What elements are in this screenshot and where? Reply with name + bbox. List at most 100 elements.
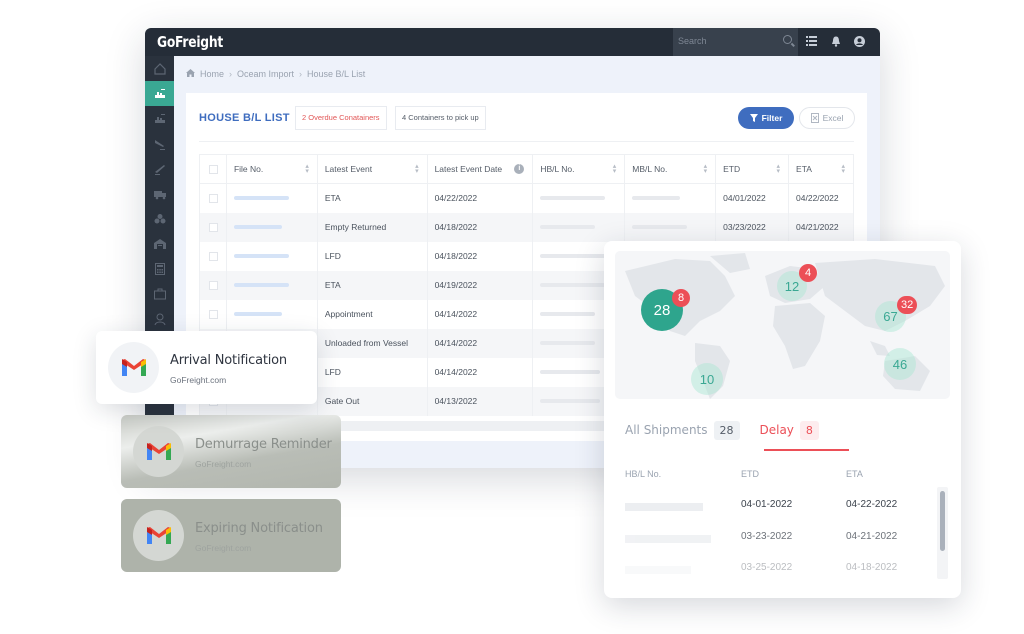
notification-expiring[interactable]: Expiring Notification GoFreight.com: [121, 499, 341, 572]
stage: GoFreight Search Home › Oceam Import › H…: [0, 0, 1024, 634]
hbl-placeholder: [540, 341, 596, 345]
file-no-link[interactable]: [233, 225, 282, 229]
hbl-placeholder: [540, 254, 611, 258]
latest-event: Unloaded from Vessel: [324, 338, 408, 348]
col-eta[interactable]: ETA ▴ ▾: [788, 154, 854, 184]
hbl-placeholder: [540, 196, 606, 201]
hbl-no-cell: [532, 212, 626, 242]
etd-cell: 03/23/2022: [715, 212, 790, 242]
notification-arrival[interactable]: Arrival Notification GoFreight.com: [96, 331, 317, 404]
sidebar-item-inventory[interactable]: [145, 206, 174, 231]
bell-icon[interactable]: [830, 36, 842, 48]
notification-sender: GoFreight.com: [170, 375, 227, 385]
latest-event-cell: Unloaded from Vessel: [316, 328, 428, 358]
filter-button[interactable]: Filter: [738, 107, 794, 129]
sidebar-item-business[interactable]: [145, 281, 174, 306]
row-checkbox[interactable]: [209, 193, 218, 203]
latest-event-cell: LFD: [316, 241, 428, 271]
latest-event-date-cell: 04/14/2022: [426, 328, 534, 358]
latest-event: LFD: [324, 367, 341, 377]
file-no-link[interactable]: [233, 312, 282, 316]
col-hbl-no[interactable]: HB/L No. ▴ ▾: [532, 154, 626, 184]
sidebar-item-accounting[interactable]: [145, 256, 174, 281]
world-map[interactable]: 28 8 12 4 67 32 10 46: [615, 251, 950, 399]
file-no-link[interactable]: [233, 196, 289, 201]
tab-delay[interactable]: Delay 8: [760, 421, 819, 440]
sidebar-item-ocean-export[interactable]: [145, 106, 174, 131]
sidebar-item-air-import[interactable]: [145, 131, 174, 156]
hbl-no-cell: [532, 183, 626, 213]
sort-icon[interactable]: ▴ ▾: [305, 163, 309, 175]
latest-event-cell: Empty Returned: [316, 212, 428, 242]
row-checkbox[interactable]: [209, 309, 218, 319]
sort-icon[interactable]: ▴ ▾: [704, 163, 708, 175]
col-etd[interactable]: ETD ▴ ▾: [715, 154, 790, 184]
map-cluster-south-america[interactable]: 10: [691, 363, 723, 395]
breadcrumb-home[interactable]: Home: [200, 69, 224, 79]
select-all-checkbox[interactable]: [209, 164, 218, 174]
sidebar: [145, 56, 174, 468]
eta-value: 04-22-2022: [846, 499, 898, 510]
mbl-no-cell: [624, 212, 717, 242]
latest-event-cell: ETA: [316, 183, 428, 213]
row-checkbox[interactable]: [209, 222, 218, 232]
sidebar-item-warehouse[interactable]: [145, 231, 174, 256]
latest-event-date: 04/18/2022: [434, 251, 478, 261]
page-title: HOUSE B/L LIST: [199, 112, 290, 124]
breadcrumb: Home › Oceam Import › House B/L List: [186, 69, 365, 79]
containers-pickup-chip[interactable]: 4 Containers to pick up: [395, 106, 486, 130]
etd-value: 04/01/2022: [723, 193, 766, 204]
latest-event-cell: LFD: [316, 357, 428, 387]
table-row[interactable]: Empty Returned 04/18/2022 03/23/2022 04/21/…: [199, 212, 854, 242]
sidebar-item-home[interactable]: [145, 56, 174, 81]
sidebar-item-trucking[interactable]: [145, 181, 174, 206]
list-icon[interactable]: [805, 36, 817, 48]
sort-icon[interactable]: ▴ ▾: [415, 163, 419, 175]
file-no-link[interactable]: [233, 254, 289, 258]
shipment-row[interactable]: 04-01-2022 04-22-2022: [604, 492, 944, 524]
divider: [199, 141, 854, 142]
shipment-row[interactable]: 03-23-2022 04-21-2022: [604, 524, 944, 556]
latest-event: Empty Returned: [324, 222, 387, 232]
hbl-placeholder: [540, 283, 609, 287]
etd-value: 03-23-2022: [741, 531, 793, 542]
select-all-cell: [199, 154, 227, 184]
chevron-right-icon: ›: [229, 69, 233, 79]
row-checkbox[interactable]: [209, 251, 218, 261]
eta-value: 04/21/2022: [796, 222, 839, 232]
sort-icon[interactable]: ▴ ▾: [777, 163, 781, 175]
map-cluster-oceania[interactable]: 46: [884, 348, 916, 380]
shipment-row[interactable]: 03-25-2022 04-18-2022: [604, 555, 944, 587]
row-checkbox[interactable]: [209, 280, 218, 290]
sort-icon[interactable]: ▴ ▾: [841, 163, 845, 175]
file-no-link[interactable]: [233, 283, 289, 287]
sidebar-item-ocean-import[interactable]: [145, 81, 174, 106]
overdue-containers-chip[interactable]: 2 Overdue Conatainers: [295, 106, 387, 130]
sidebar-item-contacts[interactable]: [145, 306, 174, 331]
sort-icon[interactable]: ▴ ▾: [613, 163, 617, 175]
select-cell: [199, 270, 227, 300]
logo[interactable]: GoFreight: [157, 33, 223, 51]
col-mbl-no[interactable]: MB/L No. ▴ ▾: [624, 154, 717, 184]
mbl-placeholder: [632, 196, 681, 201]
breadcrumb-ocean-import[interactable]: Oceam Import: [237, 69, 294, 79]
notification-demurrage[interactable]: Demurrage Reminder GoFreight.com: [121, 415, 341, 488]
col-latest-event-date[interactable]: Latest Event Date i: [426, 154, 534, 184]
tab-all-shipments[interactable]: All Shipments 28: [625, 421, 740, 440]
user-icon[interactable]: [853, 36, 865, 48]
etd-value: 04-01-2022: [741, 499, 793, 510]
search-icon[interactable]: [783, 35, 792, 44]
info-icon[interactable]: i: [514, 164, 525, 174]
latest-event-date: 04/19/2022: [434, 280, 478, 290]
col-file-no[interactable]: File No. ▴ ▾: [225, 154, 318, 184]
select-cell: [199, 183, 227, 213]
latest-event: Appointment: [324, 309, 373, 319]
table-row[interactable]: ETA 04/22/2022 04/01/2022 04/22/2022: [199, 183, 854, 213]
col-latest-event[interactable]: Latest Event ▴ ▾: [316, 154, 428, 184]
sidebar-item-air-export[interactable]: [145, 156, 174, 181]
scrollbar-thumb[interactable]: [940, 491, 945, 551]
delay-badge-north-america: 8: [672, 289, 690, 307]
search-input[interactable]: Search: [673, 28, 798, 56]
excel-export-button[interactable]: Excel: [799, 107, 855, 129]
notification-title: Arrival Notification: [170, 353, 287, 368]
